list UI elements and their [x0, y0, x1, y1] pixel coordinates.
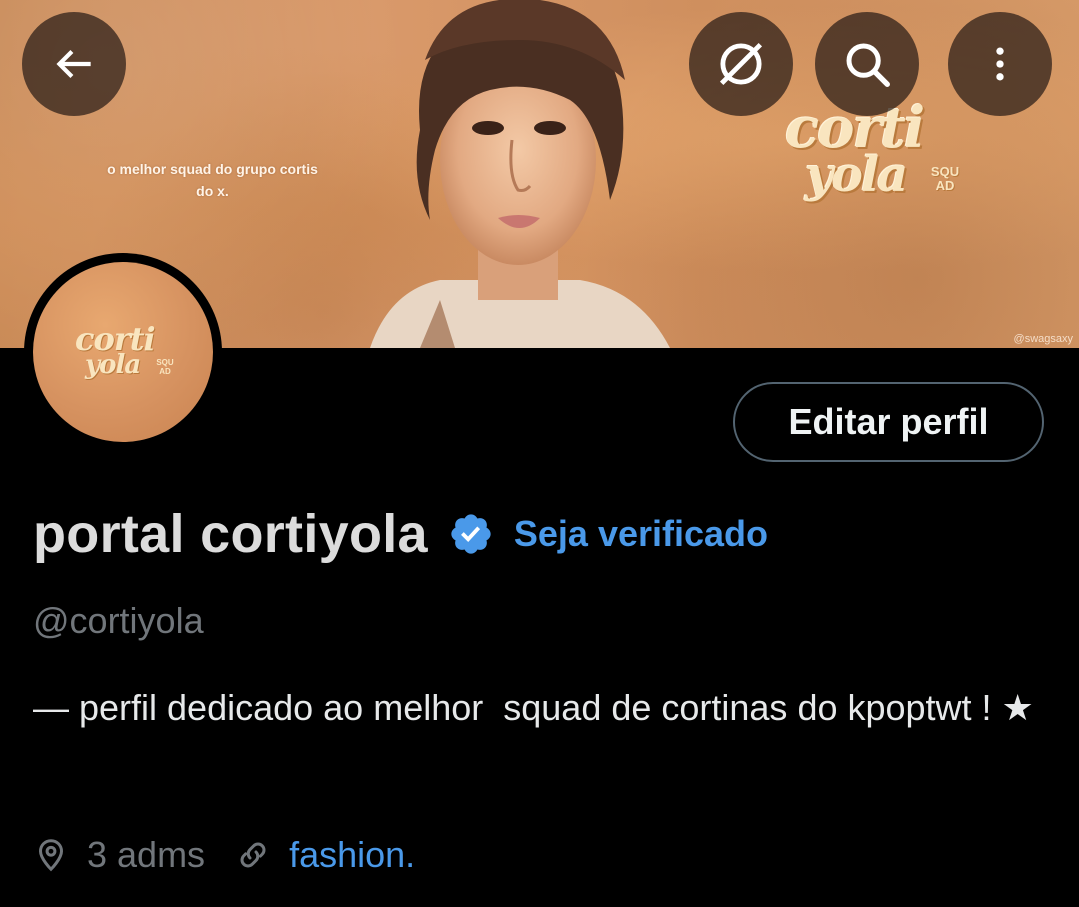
profile-location: 3 adms	[87, 834, 206, 875]
avatar-logo-text-2: yola	[85, 350, 141, 380]
banner-logo-squad: SQU AD	[930, 164, 960, 193]
avatar-logo-squad: SQU AD	[156, 358, 174, 376]
edit-profile-button[interactable]: Editar perfil	[733, 382, 1044, 462]
more-vertical-icon	[996, 47, 1004, 81]
banner-logo: corti yola SQU AD	[785, 95, 985, 225]
grok-button[interactable]	[689, 12, 793, 116]
avatar-image: corti yola SQU AD	[33, 262, 213, 442]
search-icon	[846, 43, 890, 87]
arrow-left-icon	[56, 50, 91, 78]
profile-website-link[interactable]: fashion.	[289, 834, 415, 876]
more-options-button[interactable]	[948, 12, 1052, 116]
profile-meta: 3 adms fashion.	[33, 828, 415, 882]
name-row: portal cortiyola Seja verificado	[33, 500, 768, 568]
get-verified-link[interactable]: Seja verificado	[514, 513, 768, 555]
banner-logo-text-2: yola	[805, 147, 908, 203]
profile-handle: @cortiyola	[33, 600, 204, 641]
search-button[interactable]	[815, 12, 919, 116]
banner-watermark: @swagsaxy	[1013, 333, 1073, 345]
profile-bio: — perfil dedicado ao melhor squad de cor…	[33, 687, 1034, 728]
link-icon	[235, 837, 271, 873]
display-name: portal cortiyola	[33, 504, 428, 564]
grok-icon	[719, 42, 763, 86]
location-pin-icon	[33, 837, 69, 873]
verified-badge-icon[interactable]	[448, 511, 494, 557]
back-button[interactable]	[22, 12, 126, 116]
profile-avatar[interactable]: corti yola SQU AD	[24, 253, 222, 451]
